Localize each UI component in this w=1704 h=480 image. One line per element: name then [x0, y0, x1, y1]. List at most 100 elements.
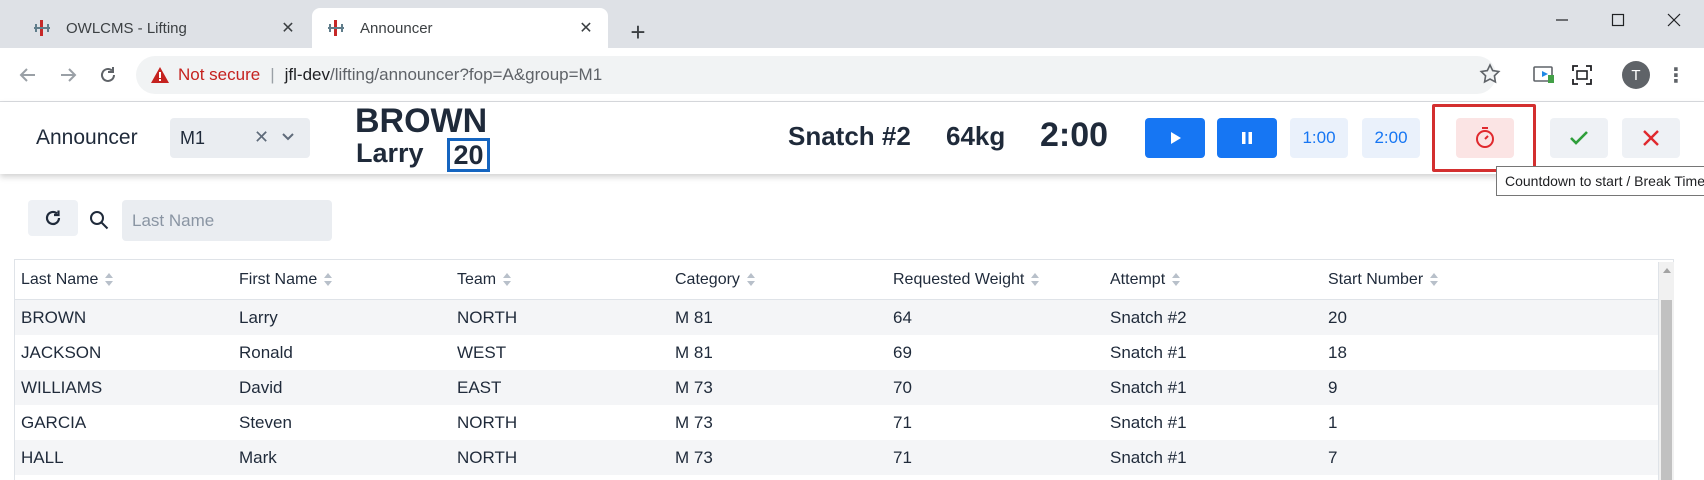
column-header-last-name[interactable]: Last Name — [21, 260, 114, 300]
table-row[interactable]: JACKSON Ronald WEST M 81 69 Snatch #1 18 — [15, 335, 1673, 370]
cell-first-name: Mark — [239, 447, 277, 467]
reload-icon[interactable] — [92, 59, 124, 91]
cell-requested-weight: 69 — [893, 342, 912, 362]
table-row[interactable]: WILLIAMS David EAST M 73 70 Snatch #1 9 — [15, 370, 1673, 405]
bookmark-star-icon[interactable] — [1478, 62, 1502, 86]
cell-requested-weight: 71 — [893, 447, 912, 467]
cell-attempt: Snatch #2 — [1110, 307, 1187, 327]
column-header-label: Team — [457, 271, 497, 288]
browser-tab-announcer[interactable]: Announcer ✕ — [312, 8, 608, 48]
stop-clock-button[interactable] — [1217, 118, 1277, 158]
url-host: jfl-dev — [284, 65, 330, 84]
sort-icon[interactable] — [1030, 273, 1040, 287]
cell-requested-weight: 64 — [893, 307, 912, 327]
address-bar[interactable]: Not secure | jfl-dev/lifting/announcer?f… — [136, 56, 1496, 94]
cell-attempt: Snatch #1 — [1110, 447, 1187, 467]
cell-team: NORTH — [457, 307, 518, 327]
column-header-start-number[interactable]: Start Number — [1328, 260, 1439, 300]
browser-tabstrip: OWLCMS - Lifting ✕ Announcer ✕ + — [0, 0, 1704, 48]
tab-close-icon[interactable]: ✕ — [278, 18, 298, 38]
cell-team: WEST — [457, 342, 507, 362]
cell-team: NORTH — [457, 447, 518, 467]
cell-attempt: Snatch #1 — [1110, 412, 1187, 432]
not-secure-label[interactable]: Not secure — [178, 65, 260, 85]
column-header-requested-weight[interactable]: Requested Weight — [893, 260, 1040, 300]
column-header-label: First Name — [239, 271, 318, 288]
reset-two-minutes-button[interactable]: 2:00 — [1362, 118, 1420, 158]
cell-requested-weight: 71 — [893, 412, 912, 432]
tab-close-icon[interactable]: ✕ — [576, 18, 596, 38]
column-header-label: Attempt — [1110, 271, 1166, 288]
cell-first-name: Steven — [239, 412, 292, 432]
forward-icon[interactable] — [52, 59, 84, 91]
no-lift-button[interactable] — [1622, 118, 1680, 158]
cell-team: EAST — [457, 377, 502, 397]
cell-category: M 73 — [675, 412, 713, 432]
table-row[interactable]: GARCIA Steven NORTH M 73 71 Snatch #1 1 — [15, 405, 1673, 440]
close-icon — [1643, 130, 1659, 146]
cell-start-number: 9 — [1328, 377, 1338, 397]
cell-last-name: GARCIA — [21, 412, 87, 432]
cell-start-number: 18 — [1328, 342, 1347, 362]
column-header-first-name[interactable]: First Name — [239, 260, 333, 300]
start-clock-button[interactable] — [1145, 118, 1205, 158]
page-title: Announcer — [36, 126, 138, 149]
cell-start-number: 20 — [1328, 307, 1347, 327]
profile-avatar[interactable]: T — [1622, 61, 1650, 89]
more-menu-icon[interactable]: ⋮ — [1664, 61, 1688, 89]
sort-icon[interactable] — [1429, 273, 1439, 287]
sort-icon[interactable] — [502, 273, 512, 287]
column-header-attempt[interactable]: Attempt — [1110, 260, 1181, 300]
sort-icon[interactable] — [104, 273, 114, 287]
tab-title: Announcer — [360, 19, 433, 37]
column-header-label: Requested Weight — [893, 271, 1025, 288]
grid-scrollbar[interactable] — [1658, 262, 1674, 480]
screen-capture-icon[interactable] — [1568, 61, 1596, 89]
browser-tab-lifting[interactable]: OWLCMS - Lifting ✕ — [18, 8, 310, 48]
new-tab-icon[interactable]: + — [624, 18, 652, 46]
cell-first-name: David — [239, 377, 283, 397]
current-athlete-first-name: Larry — [356, 138, 424, 168]
current-athlete-last-name: BROWN — [355, 102, 488, 140]
chevron-down-icon[interactable] — [280, 128, 296, 149]
cell-category: M 81 — [675, 307, 713, 327]
window-close-icon[interactable] — [1646, 0, 1702, 40]
browser-toolbar: Not secure | jfl-dev/lifting/announcer?f… — [0, 48, 1704, 102]
break-timer-tooltip: Countdown to start / Break Timer — [1496, 166, 1704, 196]
scrollbar-thumb[interactable] — [1661, 300, 1672, 480]
good-lift-button[interactable] — [1550, 118, 1608, 158]
sort-icon[interactable] — [1171, 273, 1181, 287]
grid-header: Last Name First Name Team Category Reque… — [15, 260, 1673, 300]
column-header-category[interactable]: Category — [675, 260, 756, 300]
cell-first-name: Larry — [239, 307, 278, 327]
last-name-search-input[interactable] — [122, 200, 332, 241]
highlight-annotation — [1432, 104, 1536, 172]
scroll-up-icon[interactable] — [1663, 268, 1671, 273]
cell-last-name: BROWN — [21, 307, 87, 327]
column-header-team[interactable]: Team — [457, 260, 512, 300]
group-select[interactable]: M1 ✕ — [170, 118, 310, 158]
reset-one-minute-button[interactable]: 1:00 — [1290, 118, 1348, 158]
current-athlete-start-number: 20 — [447, 138, 490, 172]
tab-title: OWLCMS - Lifting — [66, 19, 187, 37]
current-attempt: Snatch #2 — [788, 121, 911, 151]
maximize-icon[interactable] — [1590, 0, 1646, 40]
back-icon[interactable] — [12, 59, 44, 91]
cell-category: M 81 — [675, 342, 713, 362]
cell-attempt: Snatch #1 — [1110, 342, 1187, 362]
table-row[interactable]: HALL Mark NORTH M 73 71 Snatch #1 7 — [15, 440, 1673, 475]
table-row[interactable]: BROWN Larry NORTH M 81 64 Snatch #2 20 — [15, 300, 1673, 335]
search-icon — [88, 209, 110, 231]
sort-icon[interactable] — [746, 273, 756, 287]
cell-attempt: Snatch #1 — [1110, 377, 1187, 397]
clear-icon[interactable]: ✕ — [254, 127, 269, 148]
cell-last-name: WILLIAMS — [21, 377, 103, 397]
sort-icon[interactable] — [323, 273, 333, 287]
cell-last-name: JACKSON — [21, 342, 102, 362]
minimize-icon[interactable] — [1534, 0, 1590, 40]
refresh-grid-button[interactable] — [28, 200, 78, 236]
send-to-device-icon[interactable] — [1530, 61, 1558, 89]
column-header-label: Last Name — [21, 271, 99, 288]
pause-icon — [1242, 132, 1252, 144]
column-header-label: Category — [675, 271, 740, 288]
